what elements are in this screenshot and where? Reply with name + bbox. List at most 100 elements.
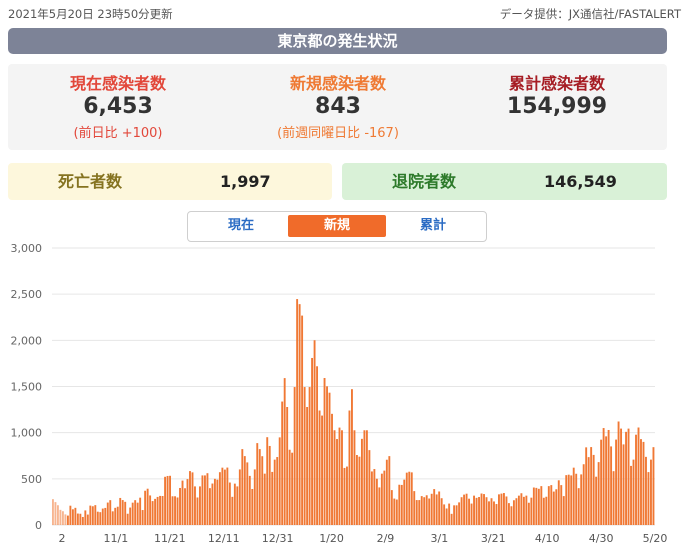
bar (64, 514, 67, 525)
bar (308, 387, 311, 525)
recovered-box: 退院者数 146,549 (342, 163, 667, 200)
bar (206, 473, 209, 525)
bar (428, 498, 431, 525)
bar (380, 473, 383, 525)
bar (470, 503, 473, 525)
bar (577, 488, 580, 525)
bar (468, 498, 471, 525)
bar (592, 454, 595, 525)
bar (204, 475, 206, 525)
bar (161, 496, 164, 525)
bar (510, 506, 513, 525)
bar (418, 500, 421, 525)
bar (450, 513, 453, 525)
bar (415, 500, 418, 525)
bar (171, 496, 174, 525)
bar (562, 496, 565, 525)
bar (114, 507, 117, 525)
bar (323, 378, 326, 525)
bar (503, 493, 505, 525)
bar (129, 507, 132, 525)
stat-total-value: 154,999 (506, 94, 608, 119)
bar (266, 437, 269, 525)
bar (286, 407, 289, 525)
bar (231, 496, 234, 525)
bar (522, 496, 525, 525)
bar (565, 475, 568, 525)
bar (218, 472, 221, 525)
bar (81, 516, 84, 525)
bar (99, 512, 102, 525)
bar (480, 493, 483, 525)
bar (507, 503, 510, 525)
bar (134, 500, 137, 525)
bar (268, 445, 271, 525)
bar (328, 392, 331, 525)
bar (121, 500, 124, 525)
x-tick-label: 2 (59, 532, 66, 545)
bar (488, 501, 490, 525)
bar (156, 496, 159, 525)
stat-new-value: 843 (315, 94, 361, 119)
bar (498, 494, 500, 525)
bar (555, 489, 558, 525)
bar (595, 476, 598, 525)
y-tick-label: 1,500 (11, 381, 43, 394)
bar (318, 410, 321, 525)
bar (438, 491, 441, 525)
bar (331, 413, 333, 525)
x-tick-label: 4/30 (589, 532, 614, 545)
bar (612, 471, 615, 525)
stat-new: 新規感染者数 843 (前週同曜日比 -167) (228, 70, 448, 141)
bar (560, 485, 563, 525)
bar (201, 475, 204, 525)
bar (136, 502, 139, 525)
bar (343, 467, 346, 525)
bar (311, 357, 314, 525)
x-tick-label: 11/1 (104, 532, 129, 545)
bar (400, 484, 403, 525)
bar (435, 494, 438, 525)
bar (288, 449, 291, 525)
bar (535, 487, 538, 525)
bar (79, 513, 82, 525)
bar (368, 450, 371, 525)
bar (61, 511, 64, 525)
bar (278, 437, 281, 525)
tab-current[interactable]: 現在 (196, 215, 286, 237)
y-tick-label: 2,000 (11, 334, 43, 347)
bar (141, 510, 144, 525)
x-tick-label: 5/20 (643, 532, 668, 545)
bar (420, 496, 423, 525)
bar (164, 476, 167, 525)
bar (483, 494, 485, 525)
bar (600, 439, 603, 525)
bar (640, 439, 642, 525)
bar (353, 430, 356, 525)
bar (263, 473, 266, 525)
bar (390, 490, 393, 525)
bar (139, 497, 142, 525)
bar (645, 456, 647, 525)
bar (485, 497, 488, 525)
bar (463, 494, 466, 525)
bar (101, 508, 104, 525)
bar (547, 486, 550, 525)
stats-panel: 現在感染者数 6,453 (前日比 +100) 新規感染者数 843 (前週同曜… (8, 64, 667, 150)
stat-current-label: 現在感染者数 (69, 74, 166, 93)
tab-new[interactable]: 新規 (288, 215, 386, 237)
bar (191, 472, 194, 525)
bar (241, 449, 244, 525)
bar (104, 507, 107, 525)
stat-new-diff: (前週同曜日比 -167) (277, 126, 399, 141)
bar (116, 506, 119, 525)
bar (517, 495, 520, 525)
bar (216, 479, 219, 525)
bar (298, 304, 301, 525)
bar (408, 471, 411, 525)
bar (321, 415, 323, 525)
bar (445, 508, 448, 525)
bar (597, 462, 600, 525)
tab-total[interactable]: 累計 (388, 215, 478, 237)
bar (184, 488, 186, 525)
